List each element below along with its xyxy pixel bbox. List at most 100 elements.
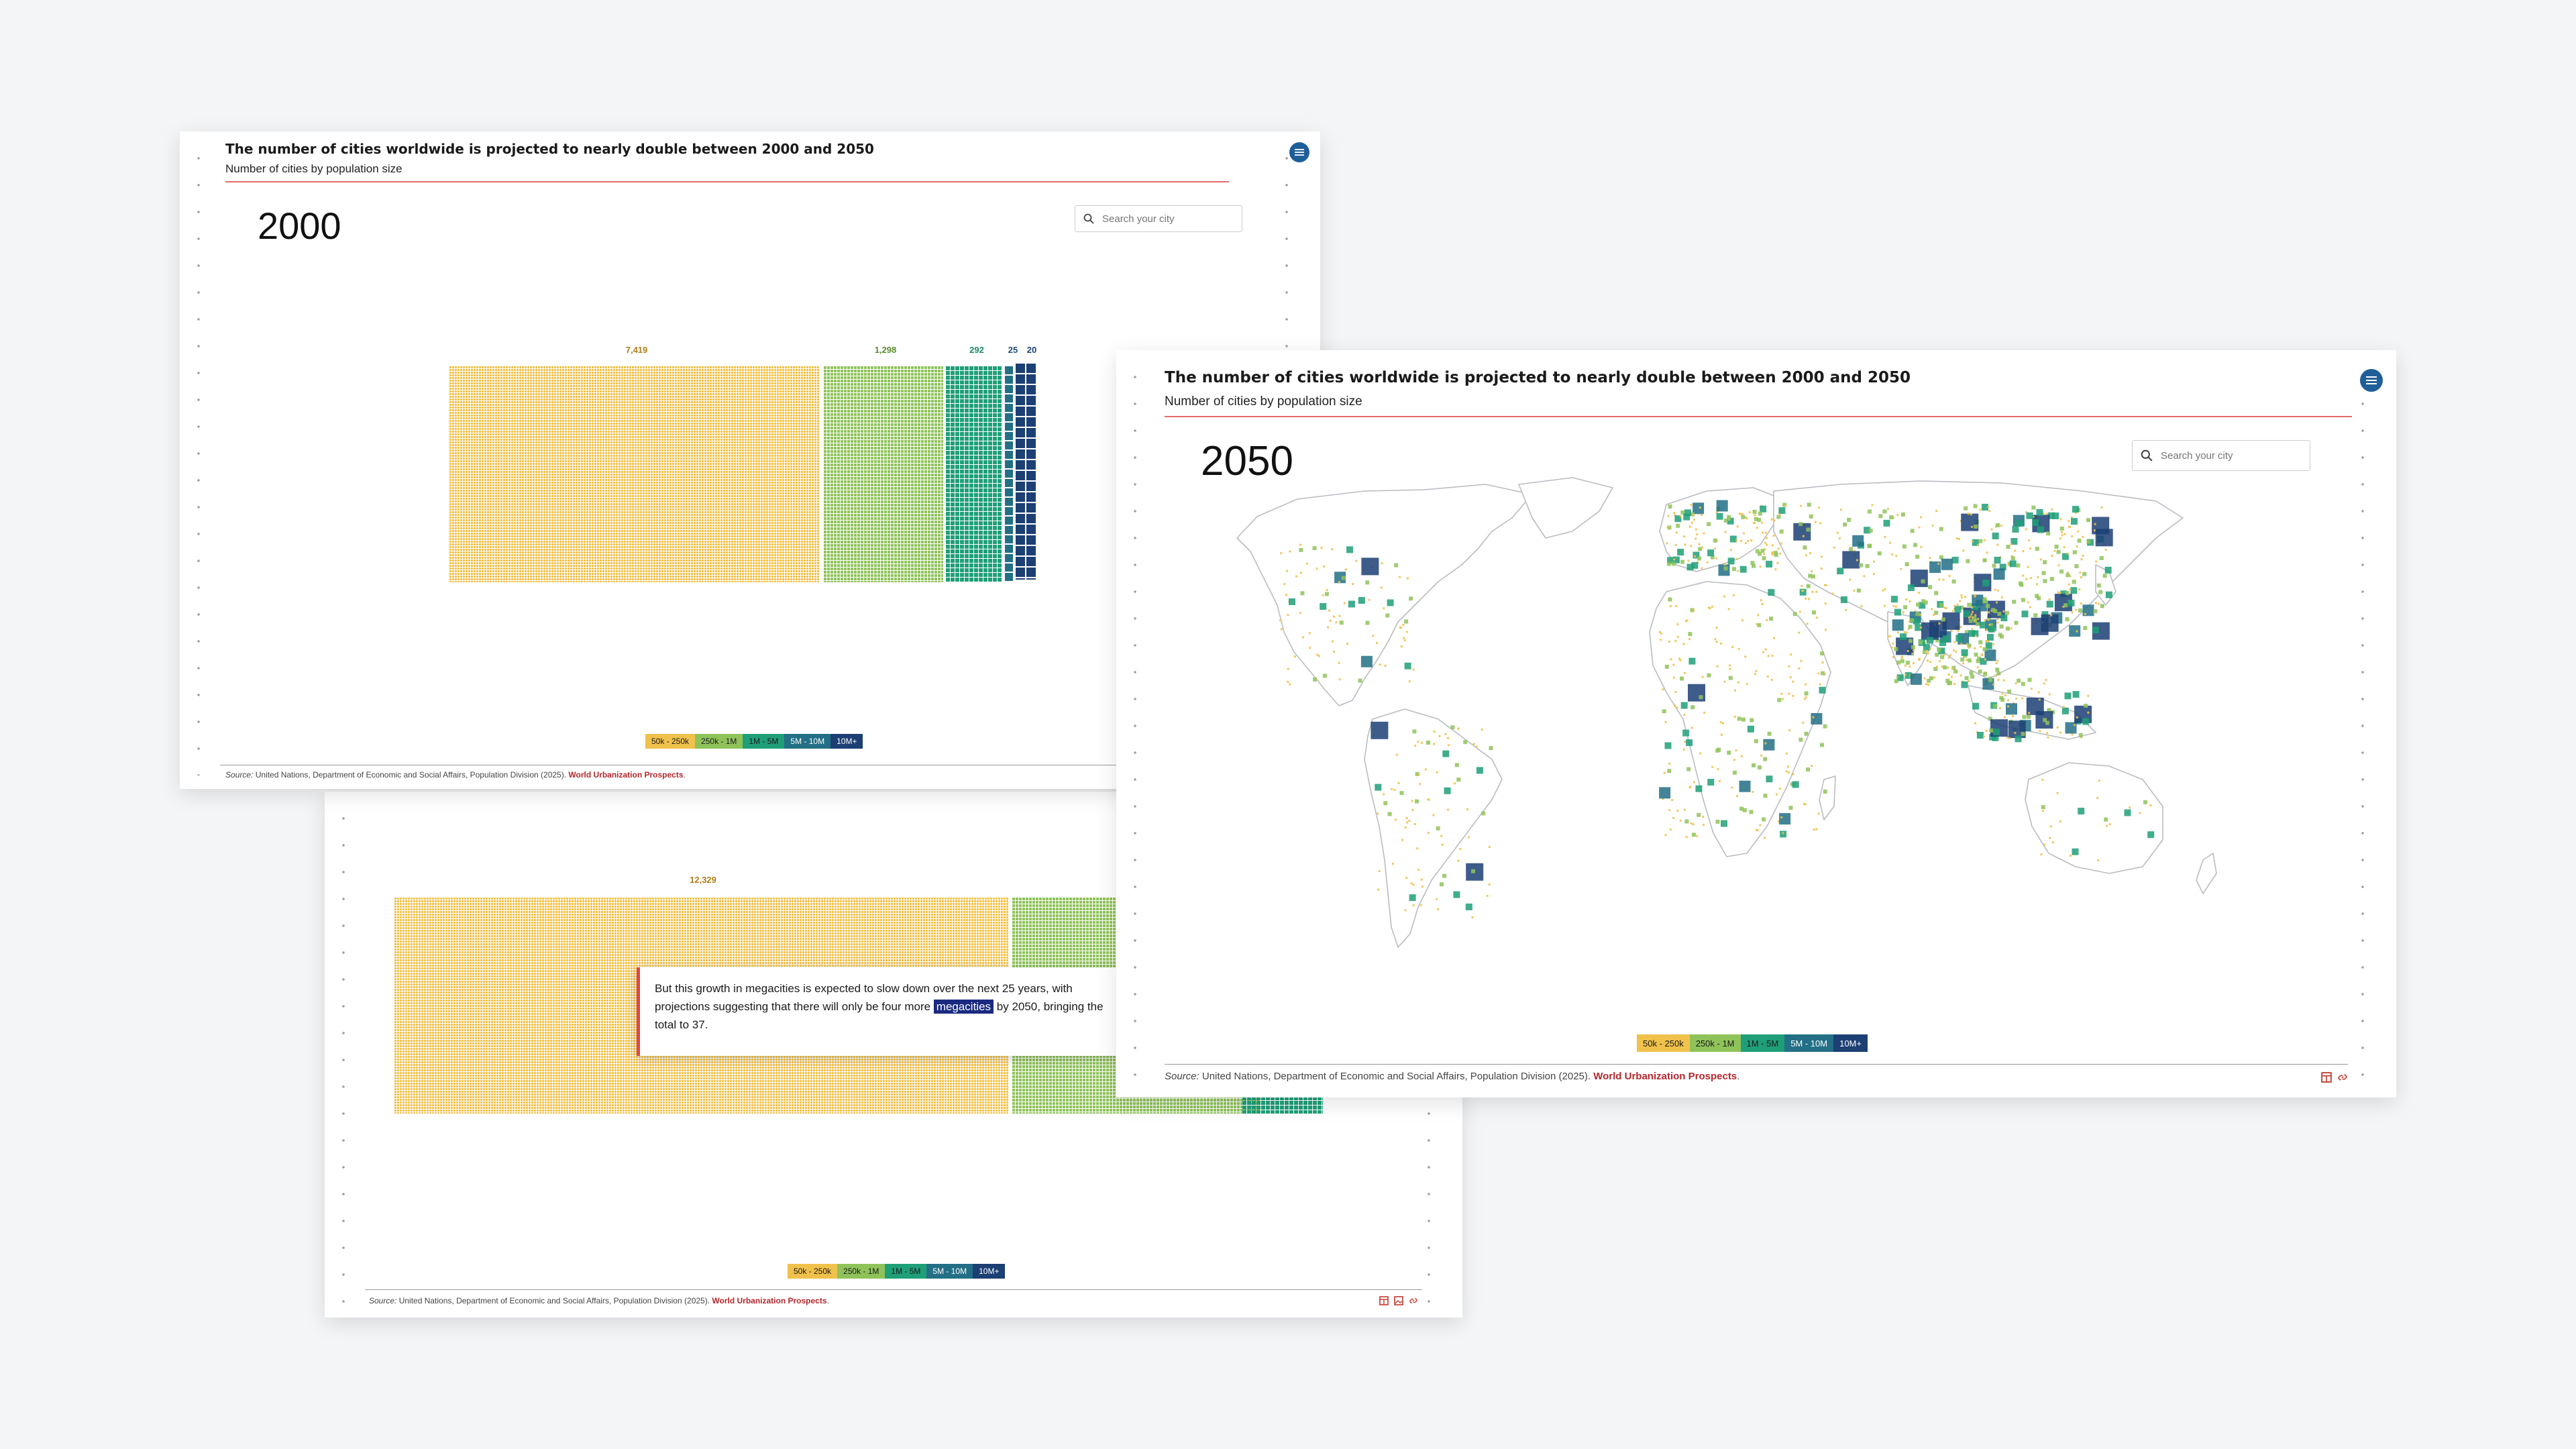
city-marker[interactable]	[1699, 752, 1702, 755]
city-marker[interactable]	[1399, 791, 1404, 796]
city-marker[interactable]	[1696, 533, 1699, 535]
city-marker[interactable]	[1779, 813, 1791, 825]
legend-item[interactable]: 5M - 10M	[926, 1264, 973, 1279]
city-marker[interactable]	[2015, 697, 2018, 700]
city-marker[interactable]	[1764, 837, 1766, 839]
city-marker[interactable]	[1676, 706, 1678, 709]
city-marker[interactable]	[1941, 617, 1945, 622]
city-marker[interactable]	[1942, 578, 1945, 581]
city-marker[interactable]	[1678, 657, 1681, 660]
city-marker[interactable]	[1933, 676, 1936, 679]
city-marker[interactable]	[1951, 610, 1954, 612]
city-marker[interactable]	[1961, 596, 1964, 599]
city-marker[interactable]	[1824, 602, 1827, 604]
city-marker[interactable]	[1360, 655, 1373, 667]
city-marker[interactable]	[1758, 511, 1762, 516]
city-marker[interactable]	[2027, 714, 2031, 719]
city-marker[interactable]	[1707, 606, 1710, 609]
city-marker[interactable]	[2012, 715, 2014, 717]
city-marker[interactable]	[1907, 584, 1915, 592]
city-marker[interactable]	[1727, 557, 1735, 565]
city-marker[interactable]	[2045, 720, 2049, 725]
city-marker[interactable]	[1776, 561, 1779, 564]
city-marker[interactable]	[1984, 619, 1986, 622]
city-marker[interactable]	[1962, 662, 1965, 665]
city-marker[interactable]	[2008, 737, 2011, 739]
city-marker[interactable]	[1416, 847, 1419, 850]
city-marker[interactable]	[1387, 812, 1392, 816]
city-marker[interactable]	[1703, 711, 1706, 714]
city-marker[interactable]	[1789, 676, 1792, 679]
city-marker[interactable]	[1679, 515, 1682, 518]
city-marker[interactable]	[1379, 663, 1381, 666]
city-marker[interactable]	[1683, 535, 1686, 538]
city-marker[interactable]	[2016, 520, 2023, 527]
city-marker[interactable]	[1338, 614, 1341, 617]
city-marker[interactable]	[1686, 739, 1693, 747]
city-marker[interactable]	[1949, 654, 1951, 657]
city-marker[interactable]	[1459, 848, 1462, 851]
legend-item[interactable]: 5M - 10M	[784, 734, 831, 749]
city-marker[interactable]	[2099, 556, 2104, 560]
city-marker[interactable]	[1701, 546, 1703, 549]
city-marker[interactable]	[2045, 679, 2047, 681]
city-marker[interactable]	[1411, 800, 1413, 802]
city-marker[interactable]	[2056, 792, 2059, 794]
city-marker[interactable]	[1420, 741, 1423, 744]
city-marker[interactable]	[1335, 621, 1338, 624]
city-marker[interactable]	[1961, 681, 1968, 688]
city-marker[interactable]	[1770, 518, 1773, 521]
city-marker[interactable]	[1403, 637, 1405, 639]
city-marker[interactable]	[2027, 566, 2029, 568]
city-marker[interactable]	[1658, 631, 1661, 633]
city-marker[interactable]	[2049, 825, 2052, 828]
city-marker[interactable]	[1674, 639, 1677, 642]
city-marker[interactable]	[2147, 831, 2155, 839]
city-marker[interactable]	[1960, 674, 1962, 677]
city-marker[interactable]	[2104, 566, 2112, 574]
city-marker[interactable]	[1442, 750, 1450, 757]
city-marker[interactable]	[1685, 836, 1688, 839]
city-marker[interactable]	[1815, 616, 1818, 619]
city-marker[interactable]	[1833, 546, 1835, 549]
city-marker[interactable]	[1404, 619, 1409, 624]
city-marker[interactable]	[2006, 703, 2017, 715]
city-marker[interactable]	[1328, 609, 1330, 612]
city-marker[interactable]	[1672, 676, 1675, 679]
city-marker[interactable]	[2059, 518, 2062, 521]
city-marker[interactable]	[1674, 543, 1677, 546]
city-marker[interactable]	[1996, 618, 1999, 621]
city-marker[interactable]	[1773, 637, 1776, 639]
city-marker[interactable]	[1956, 604, 1959, 606]
city-marker[interactable]	[1749, 810, 1754, 814]
city-marker[interactable]	[1805, 597, 1807, 600]
city-marker[interactable]	[1777, 547, 1780, 550]
city-marker[interactable]	[1823, 790, 1827, 794]
city-marker[interactable]	[1676, 623, 1679, 625]
city-marker[interactable]	[1896, 676, 1898, 678]
city-marker[interactable]	[2056, 549, 2061, 554]
city-marker[interactable]	[1792, 612, 1797, 616]
city-marker[interactable]	[1996, 601, 1998, 604]
city-marker[interactable]	[1675, 605, 1678, 607]
city-marker[interactable]	[1756, 828, 1758, 831]
city-marker[interactable]	[1892, 604, 1895, 607]
city-marker[interactable]	[1896, 514, 1899, 517]
city-marker[interactable]	[1982, 558, 1987, 563]
city-marker[interactable]	[1690, 545, 1693, 547]
city-marker[interactable]	[1982, 599, 1987, 604]
city-marker[interactable]	[1978, 539, 1983, 543]
city-marker[interactable]	[1955, 635, 1963, 642]
city-marker[interactable]	[1769, 616, 1774, 621]
city-marker[interactable]	[1683, 714, 1686, 716]
city-marker[interactable]	[1771, 551, 1774, 553]
city-marker[interactable]	[2082, 554, 2084, 557]
city-marker[interactable]	[1820, 555, 1823, 558]
city-marker[interactable]	[2104, 549, 2107, 551]
city-marker[interactable]	[1727, 751, 1731, 755]
city-marker[interactable]	[1322, 674, 1327, 678]
city-marker[interactable]	[1929, 647, 1931, 650]
city-marker[interactable]	[1909, 639, 1913, 643]
city-marker[interactable]	[1397, 782, 1400, 784]
city-marker[interactable]	[1974, 652, 1978, 657]
